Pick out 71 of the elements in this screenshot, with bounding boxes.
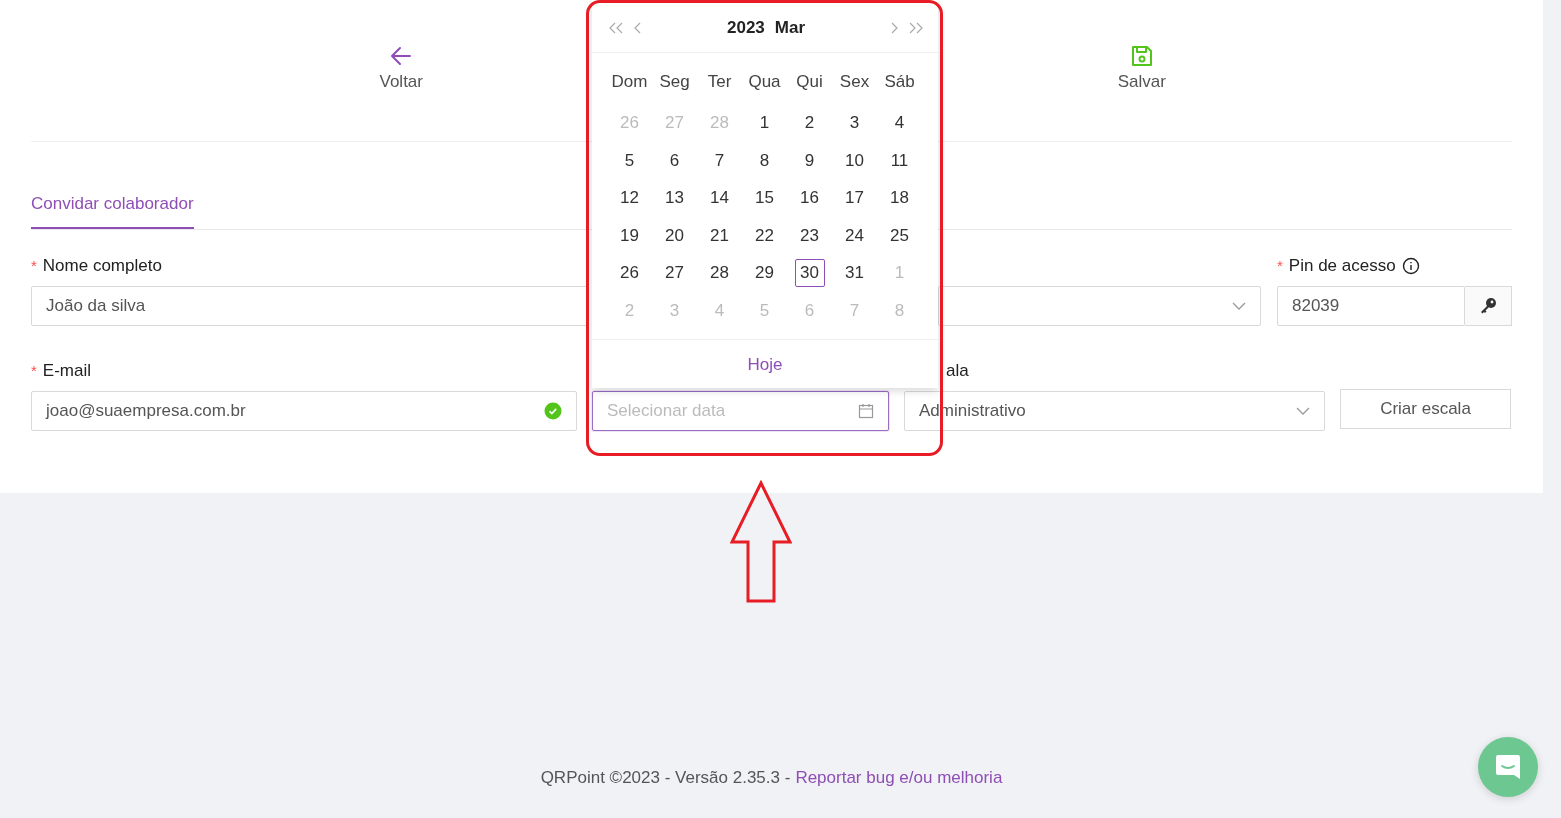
calendar-day[interactable]: 2: [794, 109, 825, 137]
calendar-day[interactable]: 10: [839, 146, 870, 175]
calendar-day[interactable]: 13: [659, 184, 690, 213]
calendar-day[interactable]: 25: [884, 221, 915, 250]
year-label[interactable]: 2023: [726, 18, 765, 38]
calendar-day[interactable]: 14: [704, 184, 735, 213]
calendar-day[interactable]: 31: [839, 259, 870, 288]
calendar-day[interactable]: 6: [659, 146, 690, 175]
required-mark: *: [31, 362, 37, 379]
month-label[interactable]: Mar: [774, 18, 806, 38]
calendar-day[interactable]: 22: [749, 221, 780, 250]
calendar-day[interactable]: 29: [749, 259, 780, 288]
dropdown-field[interactable]: [938, 286, 1261, 326]
weekday-label: Ter: [706, 72, 733, 93]
chevron-left-icon[interactable]: [634, 22, 642, 34]
name-input-field[interactable]: João da silva: [31, 286, 588, 326]
calendar-day[interactable]: 4: [884, 109, 915, 137]
double-chevron-right-icon[interactable]: [908, 22, 924, 34]
email-input-field[interactable]: joao@suaempresa.com.br: [31, 391, 577, 431]
pin-input-field[interactable]: 82039: [1277, 286, 1465, 326]
calendar-day[interactable]: 18: [884, 184, 915, 213]
weekday-label: Seg: [658, 72, 691, 93]
calendar-day[interactable]: 23: [794, 221, 825, 250]
chevron-right-icon[interactable]: [890, 22, 898, 34]
calendar-day[interactable]: 28: [704, 259, 735, 288]
report-bug-link[interactable]: Reportar bug e/ou melhoria: [795, 768, 1003, 788]
required-mark: *: [31, 257, 37, 274]
calendar-day[interactable]: 19: [614, 221, 645, 250]
calendar-day[interactable]: 16: [794, 184, 825, 213]
chevron-down-icon: [1296, 407, 1310, 415]
footer-text: QRPoint ©2023 - Versão 2.35.3 -: [540, 768, 791, 788]
calendar-day[interactable]: 7: [704, 146, 735, 175]
calendar-day[interactable]: 26: [614, 259, 645, 288]
chat-button[interactable]: [1478, 737, 1538, 797]
weekday-label: Sáb: [883, 72, 916, 93]
calendar-day[interactable]: 21: [704, 221, 735, 250]
save-icon: [1129, 43, 1154, 68]
create-schedule-button[interactable]: Criar escala: [1340, 389, 1511, 429]
weekday-label: Dom: [610, 72, 649, 93]
calendar-day[interactable]: 30: [794, 259, 825, 288]
weekday-label: Qua: [747, 72, 782, 93]
calendar-day[interactable]: 5: [614, 146, 645, 175]
generate-pin-button[interactable]: [1465, 286, 1512, 326]
field-label: E-mail: [42, 360, 91, 381]
tab[interactable]: Convidar colaborador: [31, 194, 194, 229]
info-icon: [1401, 256, 1420, 275]
double-chevron-left-icon[interactable]: [608, 22, 624, 34]
toolbar-button[interactable]: Voltar: [379, 0, 423, 141]
field-label: Pin de acesso: [1288, 255, 1396, 276]
calendar-day[interactable]: 12: [614, 184, 645, 213]
today-link[interactable]: Hoje: [747, 354, 783, 375]
field-label: ala: [946, 360, 969, 381]
key-icon: [1479, 297, 1497, 315]
calendar-day[interactable]: 17: [839, 184, 870, 213]
calendar-icon: [858, 403, 874, 419]
required-mark: *: [1277, 257, 1283, 274]
toolbar-button[interactable]: Salvar: [1117, 0, 1166, 141]
calendar-day[interactable]: 11: [884, 146, 915, 175]
calendar-day[interactable]: 9: [794, 146, 825, 175]
calendar-day[interactable]: 3: [839, 109, 870, 137]
field-label: Nome completo: [42, 255, 162, 276]
calendar-day[interactable]: 1: [749, 109, 780, 137]
calendar-day[interactable]: 24: [839, 221, 870, 250]
weekday-label: Qui: [795, 72, 824, 93]
chat-icon: [1494, 753, 1522, 781]
calendar-day[interactable]: 20: [659, 221, 690, 250]
calendar-day[interactable]: 8: [749, 146, 780, 175]
calendar-day[interactable]: 15: [749, 184, 780, 213]
chevron-down-icon: [1232, 302, 1246, 310]
weekday-label: Sex: [838, 72, 871, 93]
calendar-day[interactable]: 27: [659, 259, 690, 288]
